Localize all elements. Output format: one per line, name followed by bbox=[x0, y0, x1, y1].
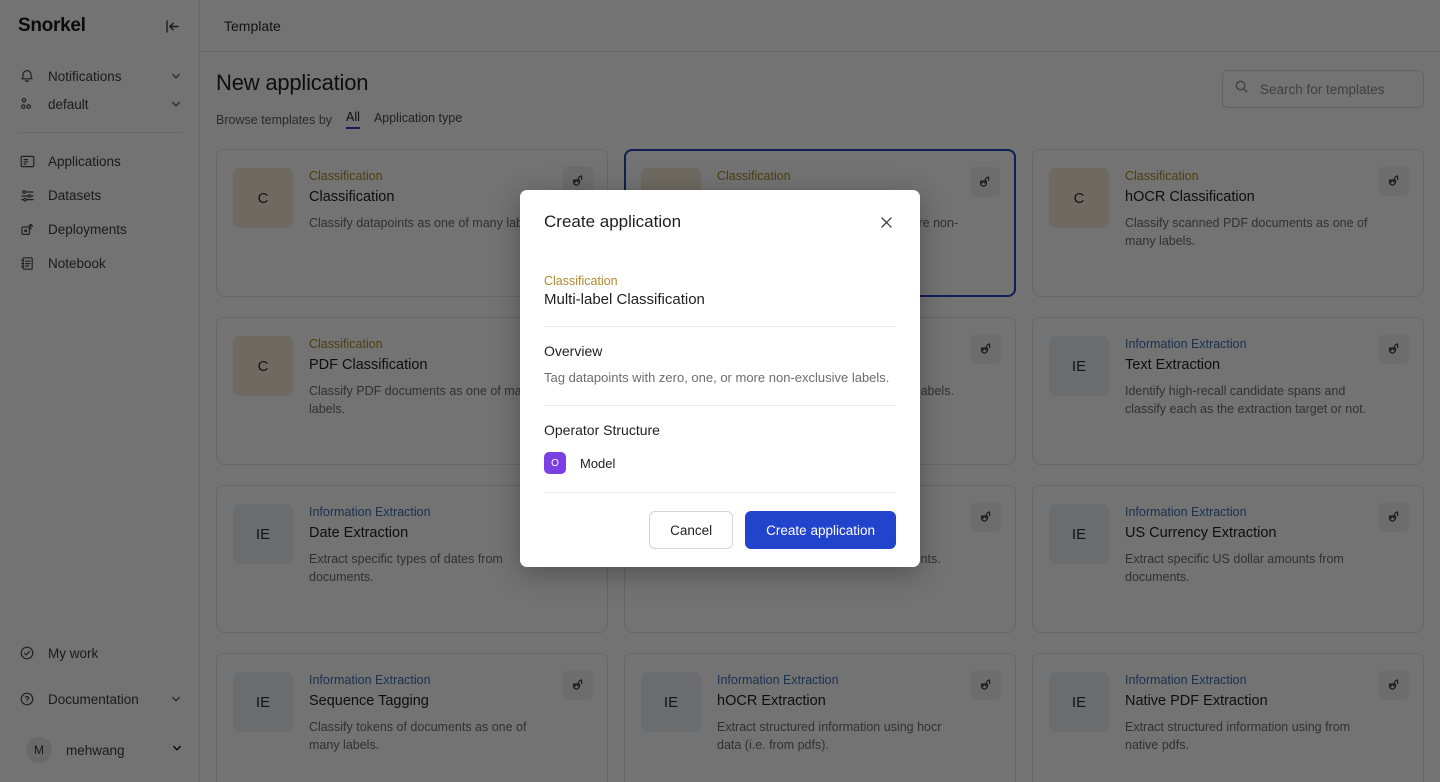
overview-heading: Overview bbox=[544, 343, 603, 359]
close-icon[interactable] bbox=[876, 212, 896, 232]
dialog-title: Create application bbox=[544, 212, 682, 231]
operator-row: O Model bbox=[544, 452, 896, 474]
dialog-divider bbox=[544, 405, 896, 406]
overview-text: Tag datapoints with zero, one, or more n… bbox=[544, 370, 890, 385]
app-root: Snorkel Notifications bbox=[0, 0, 1440, 782]
create-application-dialog: Create application Classification Multi-… bbox=[520, 190, 920, 567]
operator-badge: O bbox=[544, 452, 566, 474]
dialog-template-name: Multi-label Classification bbox=[544, 291, 705, 308]
create-application-button[interactable]: Create application bbox=[745, 511, 896, 549]
dialog-header: Create application bbox=[544, 212, 896, 232]
dialog-template-category: Classification bbox=[544, 274, 618, 288]
dialog-actions: Cancel Create application bbox=[544, 511, 896, 549]
cancel-button[interactable]: Cancel bbox=[649, 511, 734, 549]
operator-label: Model bbox=[580, 455, 616, 471]
operator-structure-heading: Operator Structure bbox=[544, 422, 660, 438]
dialog-divider bbox=[544, 326, 896, 327]
dialog-divider bbox=[544, 492, 896, 493]
